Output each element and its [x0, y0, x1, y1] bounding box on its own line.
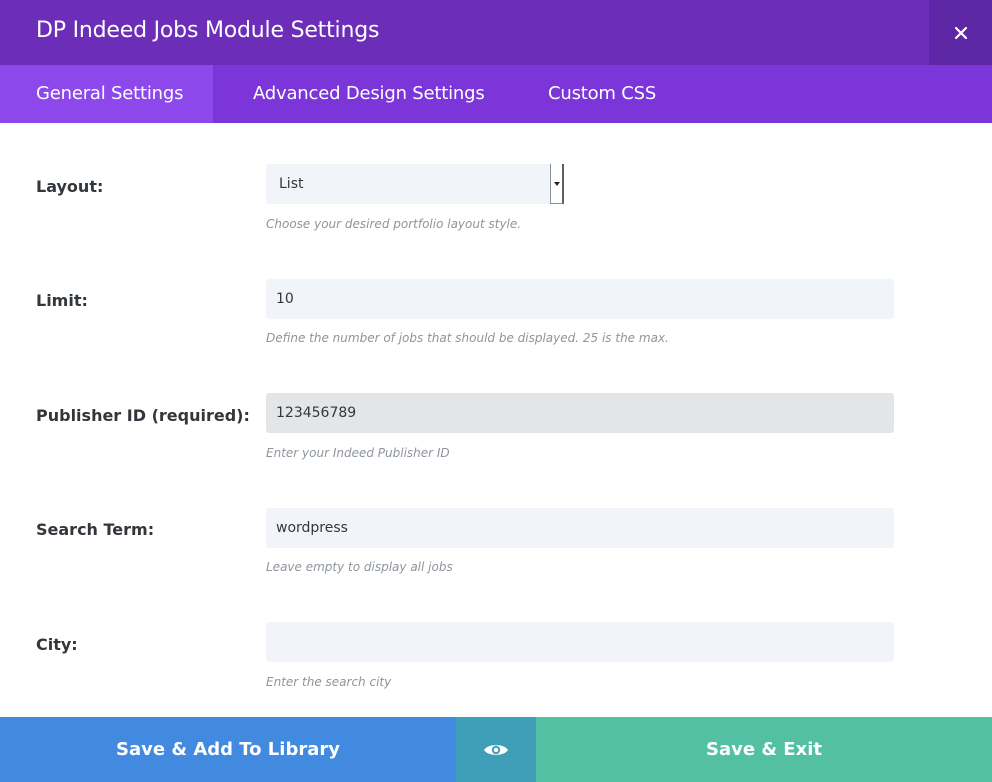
layout-description: Choose your desired portfolio layout sty… [266, 217, 522, 231]
search-term-input[interactable]: wordpress [266, 508, 894, 548]
city-label: City: [36, 635, 78, 654]
search-term-label: Search Term: [36, 520, 155, 539]
preview-button[interactable] [456, 717, 536, 782]
settings-panel: Layout: List Choose your desired portfol… [0, 123, 992, 717]
save-add-to-library-button[interactable]: Save & Add To Library [0, 717, 456, 782]
chevron-down-icon [553, 181, 560, 186]
modal-title: DP Indeed Jobs Module Settings [36, 18, 380, 43]
search-term-description: Leave empty to display all jobs [266, 560, 453, 574]
city-description: Enter the search city [266, 675, 392, 689]
layout-label: Layout: [36, 177, 104, 196]
eye-icon [484, 744, 508, 755]
publisher-id-label: Publisher ID (required): [36, 406, 250, 425]
publisher-id-description: Enter your Indeed Publisher ID [266, 446, 450, 460]
tab-advanced-design-settings[interactable]: Advanced Design Settings [253, 65, 485, 123]
city-input[interactable] [266, 622, 894, 662]
limit-label: Limit: [36, 291, 88, 310]
save-exit-button[interactable]: Save & Exit [536, 717, 992, 782]
limit-description: Define the number of jobs that should be… [266, 331, 669, 345]
close-icon [954, 26, 967, 39]
tab-general-settings[interactable]: General Settings [0, 65, 213, 123]
limit-input[interactable]: 10 [266, 279, 894, 319]
layout-select-value: List [279, 176, 304, 192]
modal-header: DP Indeed Jobs Module Settings [0, 0, 992, 65]
close-button[interactable] [929, 0, 992, 65]
publisher-id-input[interactable]: 123456789 [266, 393, 894, 433]
layout-select[interactable]: List [266, 164, 564, 204]
tab-custom-css[interactable]: Custom CSS [548, 65, 656, 123]
select-arrow[interactable] [550, 164, 564, 204]
tab-bar: General Settings Advanced Design Setting… [0, 65, 992, 123]
modal-footer: Save & Add To Library Save & Exit [0, 717, 992, 782]
